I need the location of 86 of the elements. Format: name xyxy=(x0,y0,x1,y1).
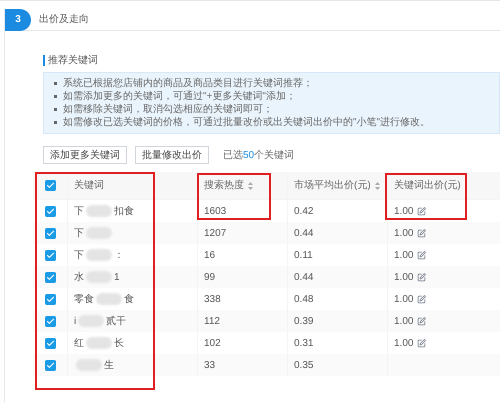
column-header: 关键词出价(元) xyxy=(394,178,461,193)
keyword-text: i xyxy=(74,314,76,328)
table-cell-text: 1.00 xyxy=(394,270,414,284)
table-cell-text: 102 xyxy=(204,336,221,350)
table-cell-text: 99 xyxy=(204,270,216,284)
redaction-blur xyxy=(86,205,112,217)
table-cell-text: 0.48 xyxy=(294,292,314,306)
table-cell-text: 1.00 xyxy=(394,204,414,218)
bullet-icon xyxy=(54,121,57,124)
bullet-icon xyxy=(54,82,57,85)
check-icon xyxy=(46,272,54,282)
edit-icon[interactable] xyxy=(417,272,426,282)
note-text: 系统已根据您店铺内的商品及商品类目进行关键词推荐； xyxy=(63,77,313,90)
keyword-text: 下 xyxy=(74,204,84,218)
edit-icon[interactable] xyxy=(417,316,426,326)
sort-icon[interactable] xyxy=(248,182,253,190)
edit-icon[interactable] xyxy=(417,294,426,304)
keyword-text: 下 xyxy=(74,226,84,240)
checkbox[interactable] xyxy=(44,250,56,260)
column-header: 搜索热度 xyxy=(204,178,244,193)
redaction-blur xyxy=(86,249,112,261)
step-title: 出价及走向 xyxy=(39,12,89,27)
checkbox[interactable] xyxy=(44,316,56,326)
bullet-icon xyxy=(54,108,57,111)
action-button[interactable]: 添加更多关键词 xyxy=(43,146,127,164)
keyword-text: ： xyxy=(114,248,124,262)
note-text: 如需添加更多的关键词，可通过"+更多关键词"添加； xyxy=(63,90,296,103)
table-cell-text: 1.00 xyxy=(394,292,414,306)
table-cell-text: 112 xyxy=(204,314,220,328)
check-icon xyxy=(46,250,54,260)
keyword-text: 下 xyxy=(74,248,84,262)
table-cell-text: 1.00 xyxy=(394,226,414,240)
check-icon xyxy=(46,228,54,238)
check-icon xyxy=(46,338,54,348)
checkbox[interactable] xyxy=(44,206,56,216)
column-header: 关键词 xyxy=(74,178,104,193)
checkbox[interactable] xyxy=(44,228,56,238)
table-cell-text: 1.00 xyxy=(394,336,414,350)
section-title: 推荐关键词 xyxy=(43,55,500,66)
redaction-blur xyxy=(96,293,122,305)
keyword-text: 红 xyxy=(74,336,84,350)
table-cell-text: 1603 xyxy=(204,204,226,218)
check-icon xyxy=(46,360,54,370)
keyword-text: 水 xyxy=(74,270,84,284)
check-icon xyxy=(46,316,54,326)
edit-icon[interactable] xyxy=(417,228,426,238)
checkbox[interactable] xyxy=(44,360,56,370)
keyword-text: 贰干 xyxy=(106,314,126,328)
table-cell-text: 0.44 xyxy=(294,226,314,240)
checkbox[interactable] xyxy=(44,338,56,348)
table-cell-text: 1207 xyxy=(204,226,226,240)
keyword-text: 食 xyxy=(124,292,134,306)
table-cell-text: 0.31 xyxy=(294,336,314,350)
keyword-text: 长 xyxy=(114,336,124,350)
table-cell-text: 0.11 xyxy=(294,248,313,262)
redaction-blur xyxy=(86,337,112,349)
check-icon xyxy=(46,294,54,304)
keyword-text: 生 xyxy=(104,358,114,372)
table-cell-text: 0.35 xyxy=(294,358,314,372)
checkbox[interactable] xyxy=(44,294,56,304)
edit-icon[interactable] xyxy=(417,338,426,348)
table-cell-text: 0.39 xyxy=(294,314,314,328)
note-text: 如需移除关键词，取消勾选相应的关键词即可； xyxy=(63,103,273,116)
checkbox[interactable] xyxy=(44,272,56,282)
table-cell-text: 338 xyxy=(204,292,221,306)
check-icon xyxy=(46,181,54,190)
keyword-text: 1 xyxy=(114,270,120,284)
table-cell-text: 16 xyxy=(204,248,216,262)
action-button[interactable]: 批量修改出价 xyxy=(135,146,209,164)
edit-icon[interactable] xyxy=(417,250,426,260)
table-cell-text: 1.00 xyxy=(394,248,414,262)
note-text: 如需修改已选关键词的价格，可通过批量改价或出关键词出价中的"小笔"进行修改。 xyxy=(63,116,430,129)
column-header: 市场平均出价(元) xyxy=(294,178,371,193)
keyword-text: 扣食 xyxy=(114,204,134,218)
edit-icon[interactable] xyxy=(417,206,426,216)
keyword-text: 零食 xyxy=(74,292,94,306)
bullet-icon xyxy=(54,95,57,98)
step-badge: 3 xyxy=(5,8,31,30)
table-cell-text: 0.42 xyxy=(294,204,314,218)
table-cell-text: 0.44 xyxy=(294,270,314,284)
selection-count: 已选50个关键词 xyxy=(223,148,294,162)
checkbox[interactable] xyxy=(44,180,56,191)
sort-icon[interactable] xyxy=(374,182,380,190)
table-cell-text: 1.00 xyxy=(394,314,414,328)
check-icon xyxy=(46,206,54,216)
table-cell-text: 33 xyxy=(204,358,216,372)
